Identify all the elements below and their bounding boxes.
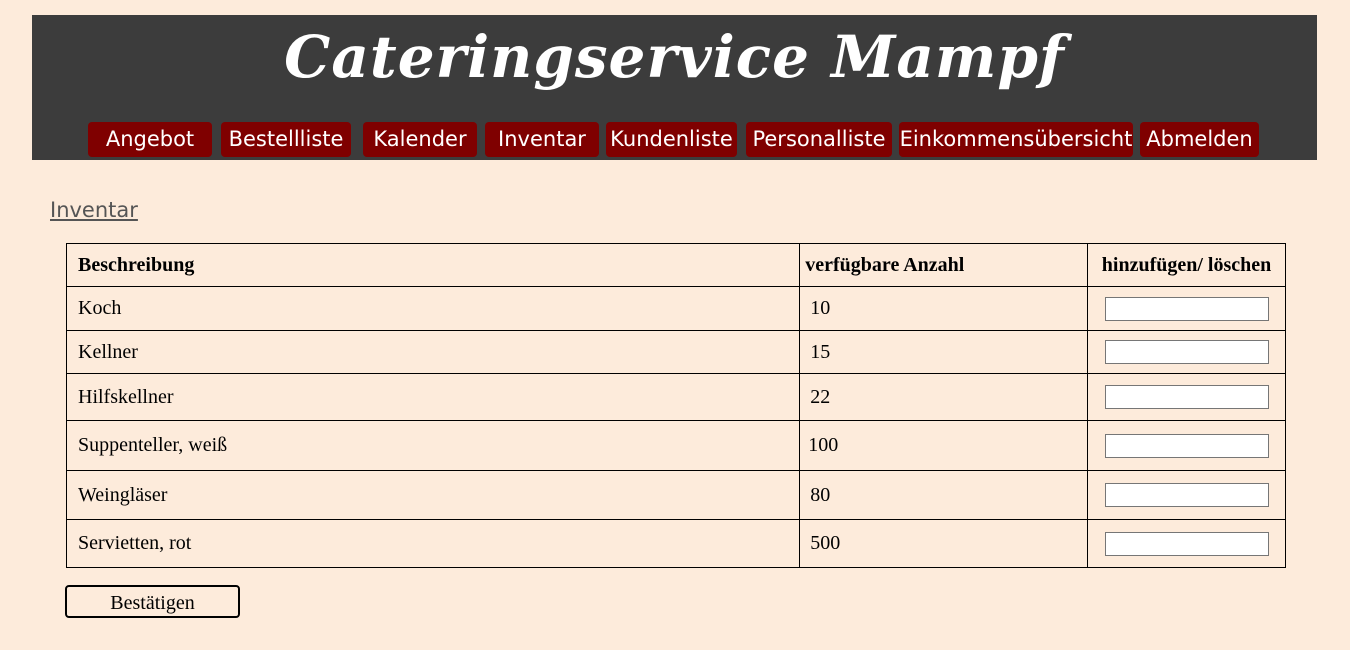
row-input-cell <box>1087 470 1286 520</box>
row-count: 22 <box>799 373 1089 421</box>
quantity-input[interactable] <box>1104 531 1269 556</box>
nav-abmelden[interactable]: Abmelden <box>1140 122 1259 157</box>
quantity-input[interactable] <box>1104 296 1269 321</box>
table-row: Hilfskellner 22 <box>65 373 1286 421</box>
confirm-button[interactable]: Bestätigen <box>65 585 240 618</box>
row-description: Servietten, rot <box>65 519 801 568</box>
site-title: Cateringservice Mampf <box>284 23 1065 91</box>
row-input-cell <box>1087 330 1286 374</box>
quantity-input[interactable] <box>1104 433 1269 458</box>
column-header-description: Beschreibung <box>65 243 801 287</box>
quantity-input[interactable] <box>1104 385 1269 410</box>
row-description: Hilfskellner <box>65 373 801 421</box>
quantity-input[interactable] <box>1104 483 1269 508</box>
nav-personalliste[interactable]: Personalliste <box>746 122 892 157</box>
row-input-cell <box>1087 519 1286 568</box>
table-row: Weingläser 80 <box>65 470 1286 520</box>
row-count: 100 <box>799 420 1089 471</box>
nav-bestellliste[interactable]: Bestellliste <box>221 122 351 157</box>
section-title-link[interactable]: Inventar <box>50 198 138 222</box>
row-count: 500 <box>799 519 1089 568</box>
column-header-count: verfügbare Anzahl <box>799 243 1089 287</box>
nav-einkommensuebersicht[interactable]: Einkommensübersicht <box>899 122 1133 157</box>
column-header-add-delete: hinzufügen/ löschen <box>1087 243 1286 287</box>
nav-inventar[interactable]: Inventar <box>485 122 599 157</box>
row-input-cell <box>1087 286 1286 331</box>
row-description: Koch <box>65 286 801 331</box>
nav-kalender[interactable]: Kalender <box>363 122 477 157</box>
row-description: Suppenteller, weiß <box>65 420 801 471</box>
row-count: 10 <box>799 286 1089 331</box>
table-header-row: Beschreibung verfügbare Anzahl hinzufüge… <box>65 243 1286 287</box>
row-count: 80 <box>799 470 1089 520</box>
table-row: Servietten, rot 500 <box>65 519 1286 568</box>
row-input-cell <box>1087 420 1286 471</box>
nav-angebot[interactable]: Angebot <box>88 122 212 157</box>
table-row: Kellner 15 <box>65 330 1286 374</box>
table-row: Suppenteller, weiß 100 <box>65 420 1286 471</box>
row-input-cell <box>1087 373 1286 421</box>
row-description: Kellner <box>65 330 801 374</box>
site-header: Cateringservice Mampf Angebot Bestelllis… <box>32 15 1317 160</box>
row-count: 15 <box>799 330 1089 374</box>
inventory-table: Beschreibung verfügbare Anzahl hinzufüge… <box>65 243 1286 568</box>
row-description: Weingläser <box>65 470 801 520</box>
nav-kundenliste[interactable]: Kundenliste <box>606 122 737 157</box>
quantity-input[interactable] <box>1104 340 1269 365</box>
table-row: Koch 10 <box>65 286 1286 331</box>
